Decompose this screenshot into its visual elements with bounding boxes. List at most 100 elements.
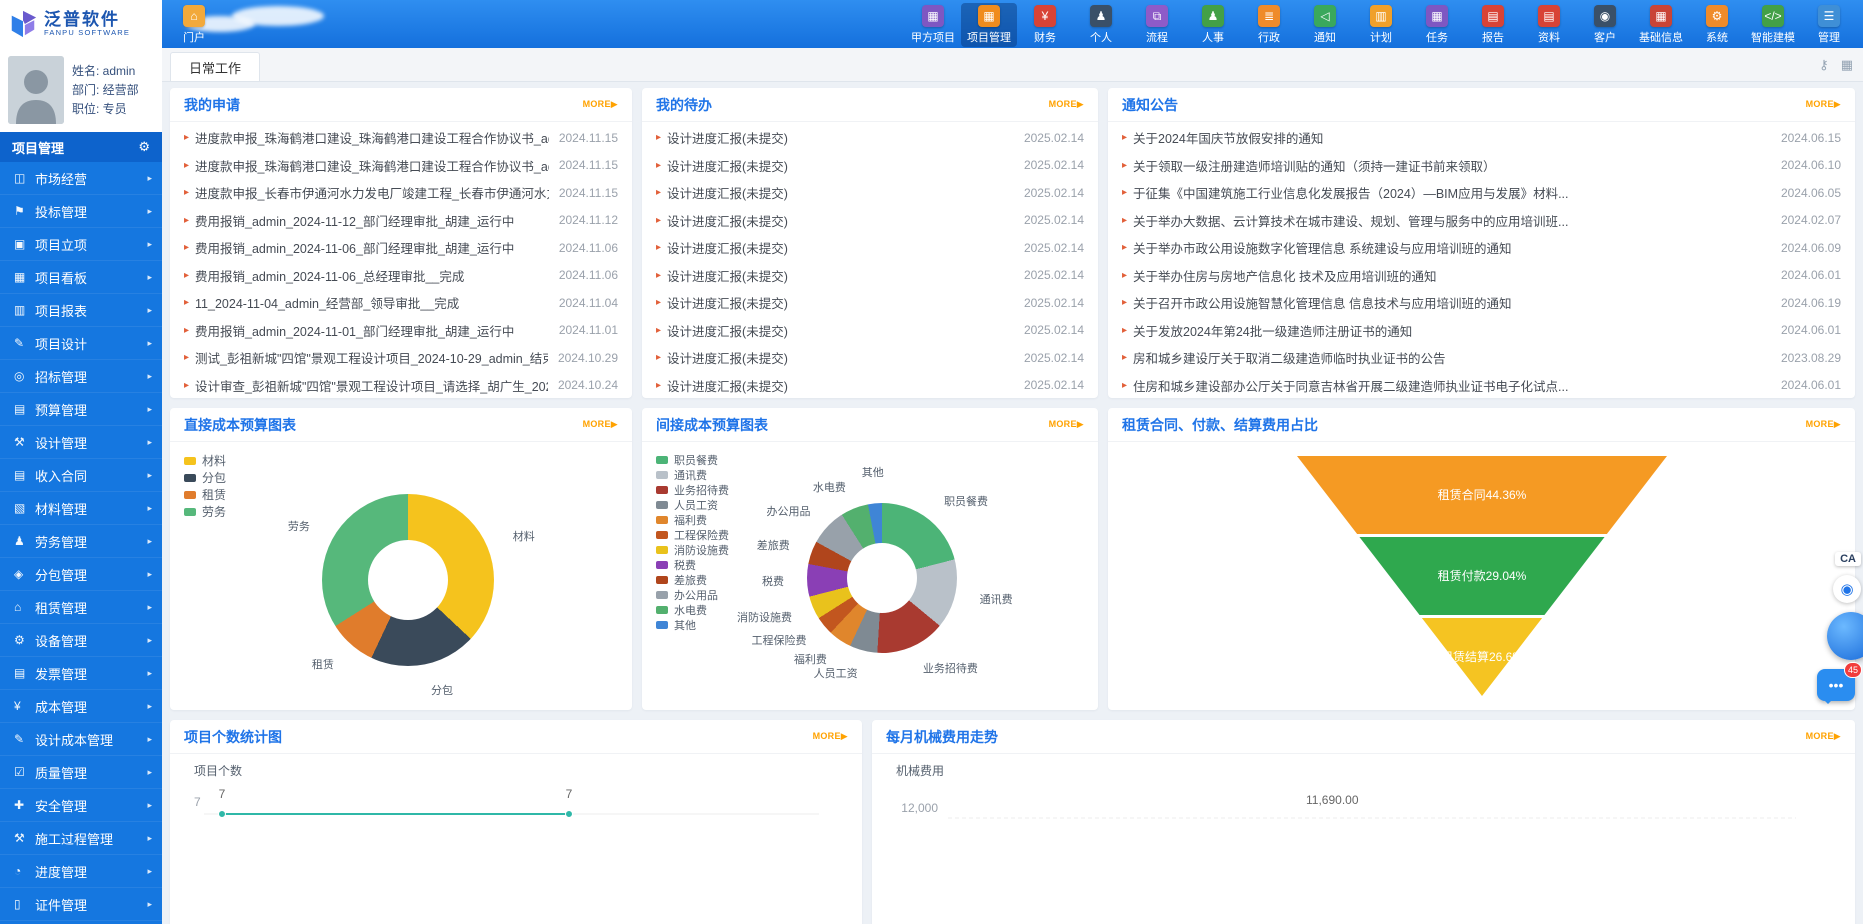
sidebar-item-budget-management[interactable]: ▤预算管理▸ xyxy=(0,393,162,426)
sidebar-item-design-cost-management[interactable]: ✎设计成本管理▸ xyxy=(0,723,162,756)
list-item[interactable]: ▸房和城乡建设厅关于取消二级建造师临时执业证书的公告2023.08.29 xyxy=(1122,344,1841,372)
sidebar-item-safety-management[interactable]: ✚安全管理▸ xyxy=(0,789,162,822)
list-item[interactable]: ▸设计进度汇报(未提交)2025.02.14 xyxy=(656,317,1084,345)
list-item[interactable]: ▸设计进度汇报(未提交)2025.02.14 xyxy=(656,289,1084,317)
sidebar-item-cost-management[interactable]: ¥成本管理▸ xyxy=(0,690,162,723)
list-item[interactable]: ▸费用报销_admin_2024-11-06_总经理审批__完成2024.11.… xyxy=(184,262,618,290)
nav-item-personal[interactable]: ♟个人 xyxy=(1073,3,1129,47)
more-link[interactable]: MORE▶ xyxy=(813,731,848,742)
list-item[interactable]: ▸设计审查_彭祖新城"四馆"景观工程设计项目_请选择_胡广生_2024-10-2… xyxy=(184,372,618,399)
nav-item-base-info[interactable]: ▦基础信息 xyxy=(1633,3,1689,47)
list-item[interactable]: ▸进度款申报_长春市伊通河水力发电厂竣建工程_长春市伊通河水力发电...2024… xyxy=(184,179,618,207)
list-item[interactable]: ▸设计进度汇报(未提交)2025.02.14 xyxy=(656,344,1084,372)
more-link[interactable]: MORE▶ xyxy=(1049,419,1084,430)
legend-item[interactable]: 其他 xyxy=(656,617,729,632)
nav-item-hr[interactable]: ♟人事 xyxy=(1185,3,1241,47)
list-item[interactable]: ▸设计进度汇报(未提交)2025.02.14 xyxy=(656,372,1084,399)
sidebar-item-market-management[interactable]: ◫市场经营▸ xyxy=(0,162,162,195)
nav-item-client-projects[interactable]: ▦甲方项目 xyxy=(905,3,961,47)
nav-item-management[interactable]: ☰管理 xyxy=(1801,3,1857,47)
more-link[interactable]: MORE▶ xyxy=(1049,99,1084,110)
layout-icon[interactable]: ▦ xyxy=(1841,57,1853,73)
list-item[interactable]: ▸测试_彭祖新城"四馆"景观工程设计项目_2024-10-29_admin_结束… xyxy=(184,344,618,372)
sidebar-item-quality-management[interactable]: ☑质量管理▸ xyxy=(0,756,162,789)
list-item[interactable]: ▸费用报销_admin_2024-11-06_部门经理审批_胡建_运行中2024… xyxy=(184,234,618,262)
gear-icon[interactable]: ⚙ xyxy=(138,139,150,155)
sidebar-item-subcontract-management[interactable]: ◈分包管理▸ xyxy=(0,558,162,591)
sidebar-item-project-board[interactable]: ▦项目看板▸ xyxy=(0,261,162,294)
sidebar-item-certificate-management[interactable]: ▯证件管理▸ xyxy=(0,888,162,921)
chat-button[interactable]: ••• 45 xyxy=(1817,669,1855,701)
more-link[interactable]: MORE▶ xyxy=(583,419,618,430)
service-button[interactable]: ◉ xyxy=(1833,575,1861,603)
sidebar-item-design-management[interactable]: ⚒设计管理▸ xyxy=(0,426,162,459)
legend-item[interactable]: 分包 xyxy=(184,469,226,486)
list-item[interactable]: ▸设计进度汇报(未提交)2025.02.14 xyxy=(656,234,1084,262)
list-item[interactable]: ▸关于发放2024年第24批一级建造师注册证书的通知2024.06.01 xyxy=(1122,317,1841,345)
data-point[interactable] xyxy=(219,811,226,818)
app-logo[interactable]: 泛普软件 FANPU SOFTWARE xyxy=(0,0,162,48)
sidebar-item-bidding-management[interactable]: ⚑投标管理▸ xyxy=(0,195,162,228)
list-item[interactable]: ▸关于举办市政公用设施数字化管理信息 系统建设与应用培训班的通知2024.06.… xyxy=(1122,234,1841,262)
legend-item[interactable]: 职员餐费 xyxy=(656,452,729,467)
legend-item[interactable]: 业务招待费 xyxy=(656,482,729,497)
list-item[interactable]: ▸设计进度汇报(未提交)2025.02.14 xyxy=(656,207,1084,235)
ca-certificate-button[interactable]: CA xyxy=(1835,552,1861,566)
more-link[interactable]: MORE▶ xyxy=(1806,731,1841,742)
more-link[interactable]: MORE▶ xyxy=(583,99,618,110)
list-item[interactable]: ▸进度款申报_珠海鹤港口建设_珠海鹤港口建设工程合作协议书_admin_...2… xyxy=(184,152,618,180)
list-item[interactable]: ▸关于领取一级注册建造师培训贴的通知（须持一建证书前来领取）2024.06.10 xyxy=(1122,152,1841,180)
nav-item-smart-modeling[interactable]: </>智能建模 xyxy=(1745,3,1801,47)
legend-item[interactable]: 福利费 xyxy=(656,512,729,527)
sidebar-item-project-design[interactable]: ✎项目设计▸ xyxy=(0,327,162,360)
nav-item-system[interactable]: ⚙系统 xyxy=(1689,3,1745,47)
sidebar-item-tender-management[interactable]: ◎招标管理▸ xyxy=(0,360,162,393)
list-item[interactable]: ▸费用报销_admin_2024-11-01_部门经理审批_胡建_运行中2024… xyxy=(184,317,618,345)
list-item[interactable]: ▸进度款申报_珠海鹤港口建设_珠海鹤港口建设工程合作协议书_admin_...2… xyxy=(184,124,618,152)
legend-item[interactable]: 租赁 xyxy=(184,486,226,503)
sidebar-item-schedule-management[interactable]: ◔进度管理▸ xyxy=(0,855,162,888)
more-link[interactable]: MORE▶ xyxy=(1806,419,1841,430)
data-point[interactable] xyxy=(566,811,573,818)
list-item[interactable]: ▸设计进度汇报(未提交)2025.02.14 xyxy=(656,262,1084,290)
tab-daily-work[interactable]: 日常工作 xyxy=(170,52,260,81)
donut-chart[interactable] xyxy=(807,503,957,653)
sidebar-item-material-management[interactable]: ▧材料管理▸ xyxy=(0,492,162,525)
nav-item-notification[interactable]: ◁通知 xyxy=(1297,3,1353,47)
nav-item-workflow[interactable]: ⧉流程 xyxy=(1129,3,1185,47)
sidebar-item-construction-process[interactable]: ⚒施工过程管理▸ xyxy=(0,822,162,855)
donut-chart[interactable] xyxy=(322,494,494,666)
list-item[interactable]: ▸关于召开市政公用设施智慧化管理信息 信息技术与应用培训班的通知2024.06.… xyxy=(1122,289,1841,317)
sidebar-item-lease-management[interactable]: ⌂租赁管理▸ xyxy=(0,591,162,624)
sidebar-item-equipment-management[interactable]: ⚙设备管理▸ xyxy=(0,624,162,657)
nav-item-plan[interactable]: ▥计划 xyxy=(1353,3,1409,47)
list-item[interactable]: ▸住房和城乡建设部办公厅关于同意吉林省开展二级建造师执业证书电子化试点...20… xyxy=(1122,372,1841,399)
nav-item-task[interactable]: ▦任务 xyxy=(1409,3,1465,47)
legend-item[interactable]: 材料 xyxy=(184,452,226,469)
nav-item-portal[interactable]: ⌂门户 xyxy=(166,3,222,47)
more-link[interactable]: MORE▶ xyxy=(1806,99,1841,110)
nav-item-project-management[interactable]: ▦项目管理 xyxy=(961,3,1017,47)
list-item[interactable]: ▸费用报销_admin_2024-11-12_部门经理审批_胡建_运行中2024… xyxy=(184,207,618,235)
legend-item[interactable]: 税费 xyxy=(656,557,729,572)
sidebar-item-project-initiation[interactable]: ▣项目立项▸ xyxy=(0,228,162,261)
sidebar-item-project-reports[interactable]: ▥项目报表▸ xyxy=(0,294,162,327)
sidebar-item-invoice-management[interactable]: ▤发票管理▸ xyxy=(0,657,162,690)
list-item[interactable]: ▸设计进度汇报(未提交)2025.02.14 xyxy=(656,179,1084,207)
list-item[interactable]: ▸于征集《中国建筑施工行业信息化发展报告（2024）—BIM应用与发展》材料..… xyxy=(1122,179,1841,207)
sidebar-item-labor-management[interactable]: ♟劳务管理▸ xyxy=(0,525,162,558)
list-item[interactable]: ▸关于2024年国庆节放假安排的通知2024.06.15 xyxy=(1122,124,1841,152)
key-icon[interactable]: ⚷ xyxy=(1819,57,1829,73)
legend-item[interactable]: 通讯费 xyxy=(656,467,729,482)
sidebar-item-income-contract[interactable]: ▤收入合同▸ xyxy=(0,459,162,492)
legend-item[interactable]: 劳务 xyxy=(184,503,226,520)
nav-item-administration[interactable]: ≣行政 xyxy=(1241,3,1297,47)
list-item[interactable]: ▸11_2024-11-04_admin_经营部_领导审批__完成2024.11… xyxy=(184,289,618,317)
legend-item[interactable]: 消防设施费 xyxy=(656,542,729,557)
list-item[interactable]: ▸设计进度汇报(未提交)2025.02.14 xyxy=(656,124,1084,152)
nav-item-documents[interactable]: ▤资料 xyxy=(1521,3,1577,47)
list-item[interactable]: ▸关于举办住房与房地产信息化 技术及应用培训班的通知2024.06.01 xyxy=(1122,262,1841,290)
nav-item-customer[interactable]: ◉客户 xyxy=(1577,3,1633,47)
legend-item[interactable]: 工程保险费 xyxy=(656,527,729,542)
assistant-button[interactable] xyxy=(1827,612,1863,660)
